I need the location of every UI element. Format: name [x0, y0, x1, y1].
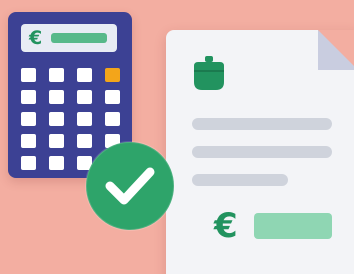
calculator-key	[49, 156, 64, 170]
calculator-key	[49, 134, 64, 148]
document-euro-symbol: €	[214, 206, 238, 246]
calculator-key	[77, 112, 92, 126]
calculator-key	[21, 112, 36, 126]
calculator-key	[49, 68, 64, 82]
calculator-key	[49, 112, 64, 126]
invoice-document: €	[166, 30, 354, 274]
calculator-key	[21, 156, 36, 170]
calculator-key	[105, 112, 120, 126]
check-icon	[85, 141, 175, 231]
illustration-canvas: € €	[0, 0, 354, 274]
document-folded-corner	[318, 30, 354, 70]
calculator-key	[21, 90, 36, 104]
calculator-accent-key	[105, 68, 120, 82]
document-text-line	[192, 174, 288, 186]
calculator-key	[77, 68, 92, 82]
calculator-key	[77, 90, 92, 104]
wallet-icon	[194, 56, 224, 90]
document-text-line	[192, 118, 332, 130]
document-amount-bar	[254, 213, 332, 239]
calculator-key	[105, 90, 120, 104]
calculator-key	[21, 134, 36, 148]
calculator-display: €	[21, 24, 117, 52]
calculator-display-value-bar	[51, 33, 107, 43]
calculator-key	[21, 68, 36, 82]
document-text-line	[192, 146, 332, 158]
calculator-key	[49, 90, 64, 104]
calculator-euro-symbol: €	[29, 27, 43, 49]
